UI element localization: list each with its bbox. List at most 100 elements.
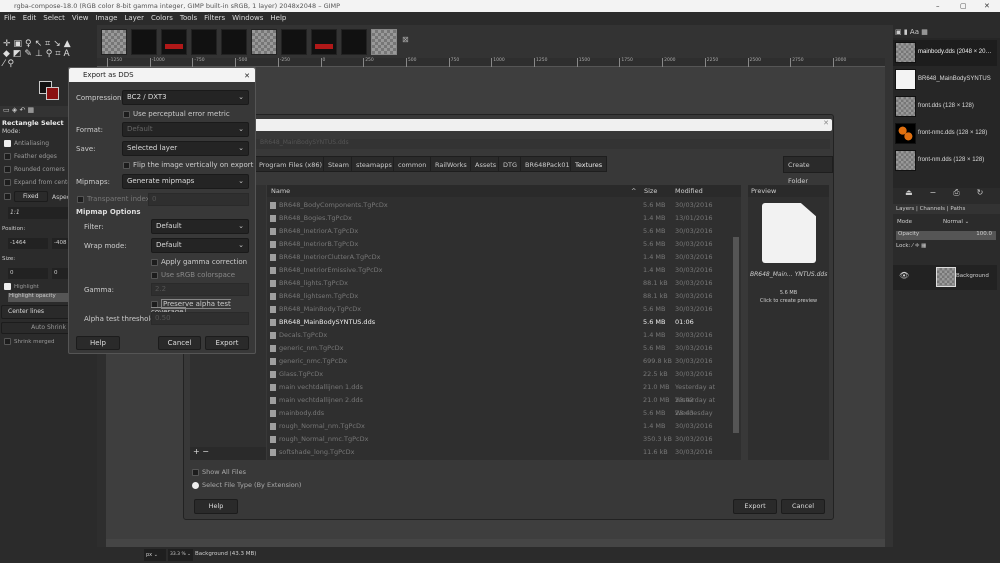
flip-checkbox[interactable]: Flip the image vertically on export: [123, 161, 253, 169]
tab-channels[interactable]: Channels: [920, 206, 945, 212]
compression-dropdown[interactable]: BC2 / DXT3 ⌄: [122, 90, 249, 105]
shrink-merged-checkbox[interactable]: Shrink merged: [4, 338, 54, 345]
wrap-mode-dropdown[interactable]: Default ⌄: [151, 238, 249, 253]
file-row[interactable]: generic_nm.TgPcDx 5.6 MB 30/03/2016: [267, 342, 732, 355]
filter-dropdown[interactable]: Default ⌄: [151, 219, 249, 234]
size-w-input[interactable]: 0: [8, 268, 48, 279]
rounded-checkbox[interactable]: Rounded corners: [4, 166, 65, 173]
highlight-checkbox[interactable]: Highlight: [4, 283, 39, 290]
srgb-checkbox[interactable]: Use sRGB colorspace: [151, 271, 235, 279]
image-tab[interactable]: [191, 29, 217, 55]
menu-view[interactable]: View: [72, 12, 89, 25]
export-button[interactable]: Export: [733, 499, 777, 514]
image-tab[interactable]: [101, 29, 127, 55]
images-panel-tabs[interactable]: ▣ ▮ Aa ▦: [895, 28, 928, 36]
file-row[interactable]: BR648_BodyComponents.TgPcDx 5.6 MB 30/03/2…: [267, 199, 732, 212]
cancel-button[interactable]: Cancel: [781, 499, 825, 514]
file-list-scrollbar[interactable]: [733, 237, 739, 433]
background-color[interactable]: [46, 87, 59, 100]
breadcrumb-textures[interactable]: Textures: [570, 156, 608, 172]
file-row[interactable]: BR648_InetriorB.TgPcDx 5.6 MB 30/03/2016: [267, 238, 732, 251]
image-tab[interactable]: [311, 29, 337, 55]
file-row[interactable]: rough_Normal_nm.TgPcDx 1.4 MB 30/03/2016: [267, 420, 732, 433]
dds-export-button[interactable]: Export: [205, 336, 249, 350]
gamma-spinner[interactable]: 2.2: [151, 283, 249, 296]
file-row[interactable]: BR648_MainBody.TgPcDx 5.6 MB 30/03/2016: [267, 303, 732, 316]
add-bookmark-button[interactable]: +: [193, 447, 200, 456]
image-item[interactable]: front-nmc.dds (128 × 128): [893, 121, 997, 147]
format-dropdown[interactable]: Default ⌄: [122, 122, 249, 137]
maximize-button[interactable]: ▢: [960, 0, 967, 12]
file-row[interactable]: BR648_lightsem.TgPcDx 88.1 kB 30/03/2016: [267, 290, 732, 303]
menu-filters[interactable]: Filters: [204, 12, 225, 25]
file-row[interactable]: mainbody.dds 5.6 MB Wednesday: [267, 407, 732, 420]
menu-select[interactable]: Select: [43, 12, 65, 25]
transparent-index-checkbox[interactable]: Transparent index:: [77, 195, 152, 203]
unit-dropdown[interactable]: px ⌄: [144, 549, 166, 561]
breadcrumb-common[interactable]: common: [393, 156, 432, 172]
vertical-scrollbar[interactable]: [885, 58, 893, 547]
breadcrumb-program-files[interactable]: Program Files (x86): [254, 156, 328, 172]
position-x-input[interactable]: -1464: [8, 238, 48, 249]
image-tab-active[interactable]: [371, 29, 397, 55]
image-item[interactable]: mainbody.dds (2048 × 20…: [893, 40, 997, 66]
tab-layers[interactable]: Layers: [896, 206, 914, 212]
image-item[interactable]: front-nm.dds (128 × 128): [893, 148, 997, 174]
file-row[interactable]: rough_Normal_nmc.TgPcDx 350.3 kB 30/03/201…: [267, 433, 732, 446]
mipmaps-dropdown[interactable]: Generate mipmaps ⌄: [122, 174, 249, 189]
help-button[interactable]: Help: [194, 499, 238, 514]
dds-cancel-button[interactable]: Cancel: [158, 336, 201, 350]
save-dropdown[interactable]: Selected layer ⌄: [122, 141, 249, 156]
breadcrumb-br648pack01[interactable]: BR648Pack01: [520, 156, 575, 172]
opacity-slider[interactable]: Opacity 100.0: [896, 231, 996, 240]
select-file-type-expander[interactable]: Select File Type (By Extension): [192, 481, 301, 489]
menu-file[interactable]: File: [4, 12, 16, 25]
breadcrumb-assets[interactable]: Assets: [470, 156, 502, 172]
close-button[interactable]: ✕: [984, 0, 990, 12]
preview-pane[interactable]: Preview BR648_Main... YNTUS.dds 5.6 MB C…: [748, 185, 829, 460]
antialiasing-checkbox[interactable]: Antialiasing: [4, 140, 49, 147]
minimize-button[interactable]: –: [936, 0, 940, 12]
sort-ascending-icon[interactable]: ^: [631, 185, 636, 197]
breadcrumb-steamapps[interactable]: steamapps: [351, 156, 397, 172]
file-row[interactable]: BR648_Bogies.TgPcDx 1.4 MB 13/01/2016: [267, 212, 732, 225]
file-row[interactable]: BR648_lights.TgPcDx 88.1 kB 30/03/2016: [267, 277, 732, 290]
image-tab[interactable]: [131, 29, 157, 55]
guides-dropdown[interactable]: Center lines: [1, 305, 73, 319]
tool-icons[interactable]: ✛▣♀↖⌗↘▲ ◆◩✎⊥⚲⌗A ⁄⚲: [3, 39, 74, 69]
menu-image[interactable]: Image: [96, 12, 118, 25]
search-bar[interactable]: ✕: [254, 119, 832, 131]
transparent-index-spinner[interactable]: 0: [148, 193, 249, 206]
zoom-dropdown[interactable]: 33.3 % ⌄: [168, 549, 193, 561]
file-row[interactable]: BR648_MainBodySYNTUS.dds 5.6 MB 01:06: [267, 316, 732, 329]
file-row[interactable]: BR648_InetriorEmissive.TgPcDx 1.4 MB 30/03…: [267, 264, 732, 277]
menu-tools[interactable]: Tools: [180, 12, 197, 25]
file-row[interactable]: generic_nmc.TgPcDx 699.8 kB 30/03/2016: [267, 355, 732, 368]
dds-close-button[interactable]: ✕: [244, 69, 250, 83]
image-tab[interactable]: [251, 29, 277, 55]
fixed-checkbox[interactable]: Fixed: [4, 191, 48, 202]
close-tabs-icon[interactable]: ⊠: [402, 35, 409, 44]
image-tab[interactable]: [161, 29, 187, 55]
close-icon[interactable]: ✕: [823, 119, 829, 127]
create-folder-button[interactable]: Create Folder: [783, 156, 833, 185]
images-panel-buttons[interactable]: ⏏−⎙↻: [905, 188, 1000, 198]
file-row[interactable]: main vechtdallijnen 2.dds 21.0 MB Yesterda…: [267, 394, 732, 417]
file-row[interactable]: main vechtdallijnen 1.dds 21.0 MB Yesterda…: [267, 381, 732, 404]
image-tab[interactable]: [221, 29, 247, 55]
layer-mode-dropdown[interactable]: Normal ⌄: [943, 219, 969, 225]
file-row[interactable]: softshade_long.TgPcDx 11.6 kB 30/03/2016: [267, 446, 732, 459]
menu-colors[interactable]: Colors: [151, 12, 173, 25]
breadcrumb-dtg[interactable]: DTG: [498, 156, 523, 172]
menu-layer[interactable]: Layer: [124, 12, 144, 25]
alpha-threshold-spinner[interactable]: 0.50: [151, 312, 249, 325]
image-tab[interactable]: [341, 29, 367, 55]
column-size[interactable]: Size: [644, 185, 657, 197]
file-row[interactable]: Decals.TgPcDx 1.4 MB 30/03/2016: [267, 329, 732, 342]
breadcrumb-railworks[interactable]: RailWorks: [430, 156, 472, 172]
filename-input[interactable]: BR648_MainBodySYNTUS.dds: [256, 139, 830, 149]
visibility-eye-icon[interactable]: 👁: [899, 271, 909, 280]
file-row[interactable]: BR648_InetriorA.TgPcDx 5.6 MB 30/03/2016: [267, 225, 732, 238]
tab-paths[interactable]: Paths: [950, 206, 965, 212]
menu-windows[interactable]: Windows: [232, 12, 263, 25]
